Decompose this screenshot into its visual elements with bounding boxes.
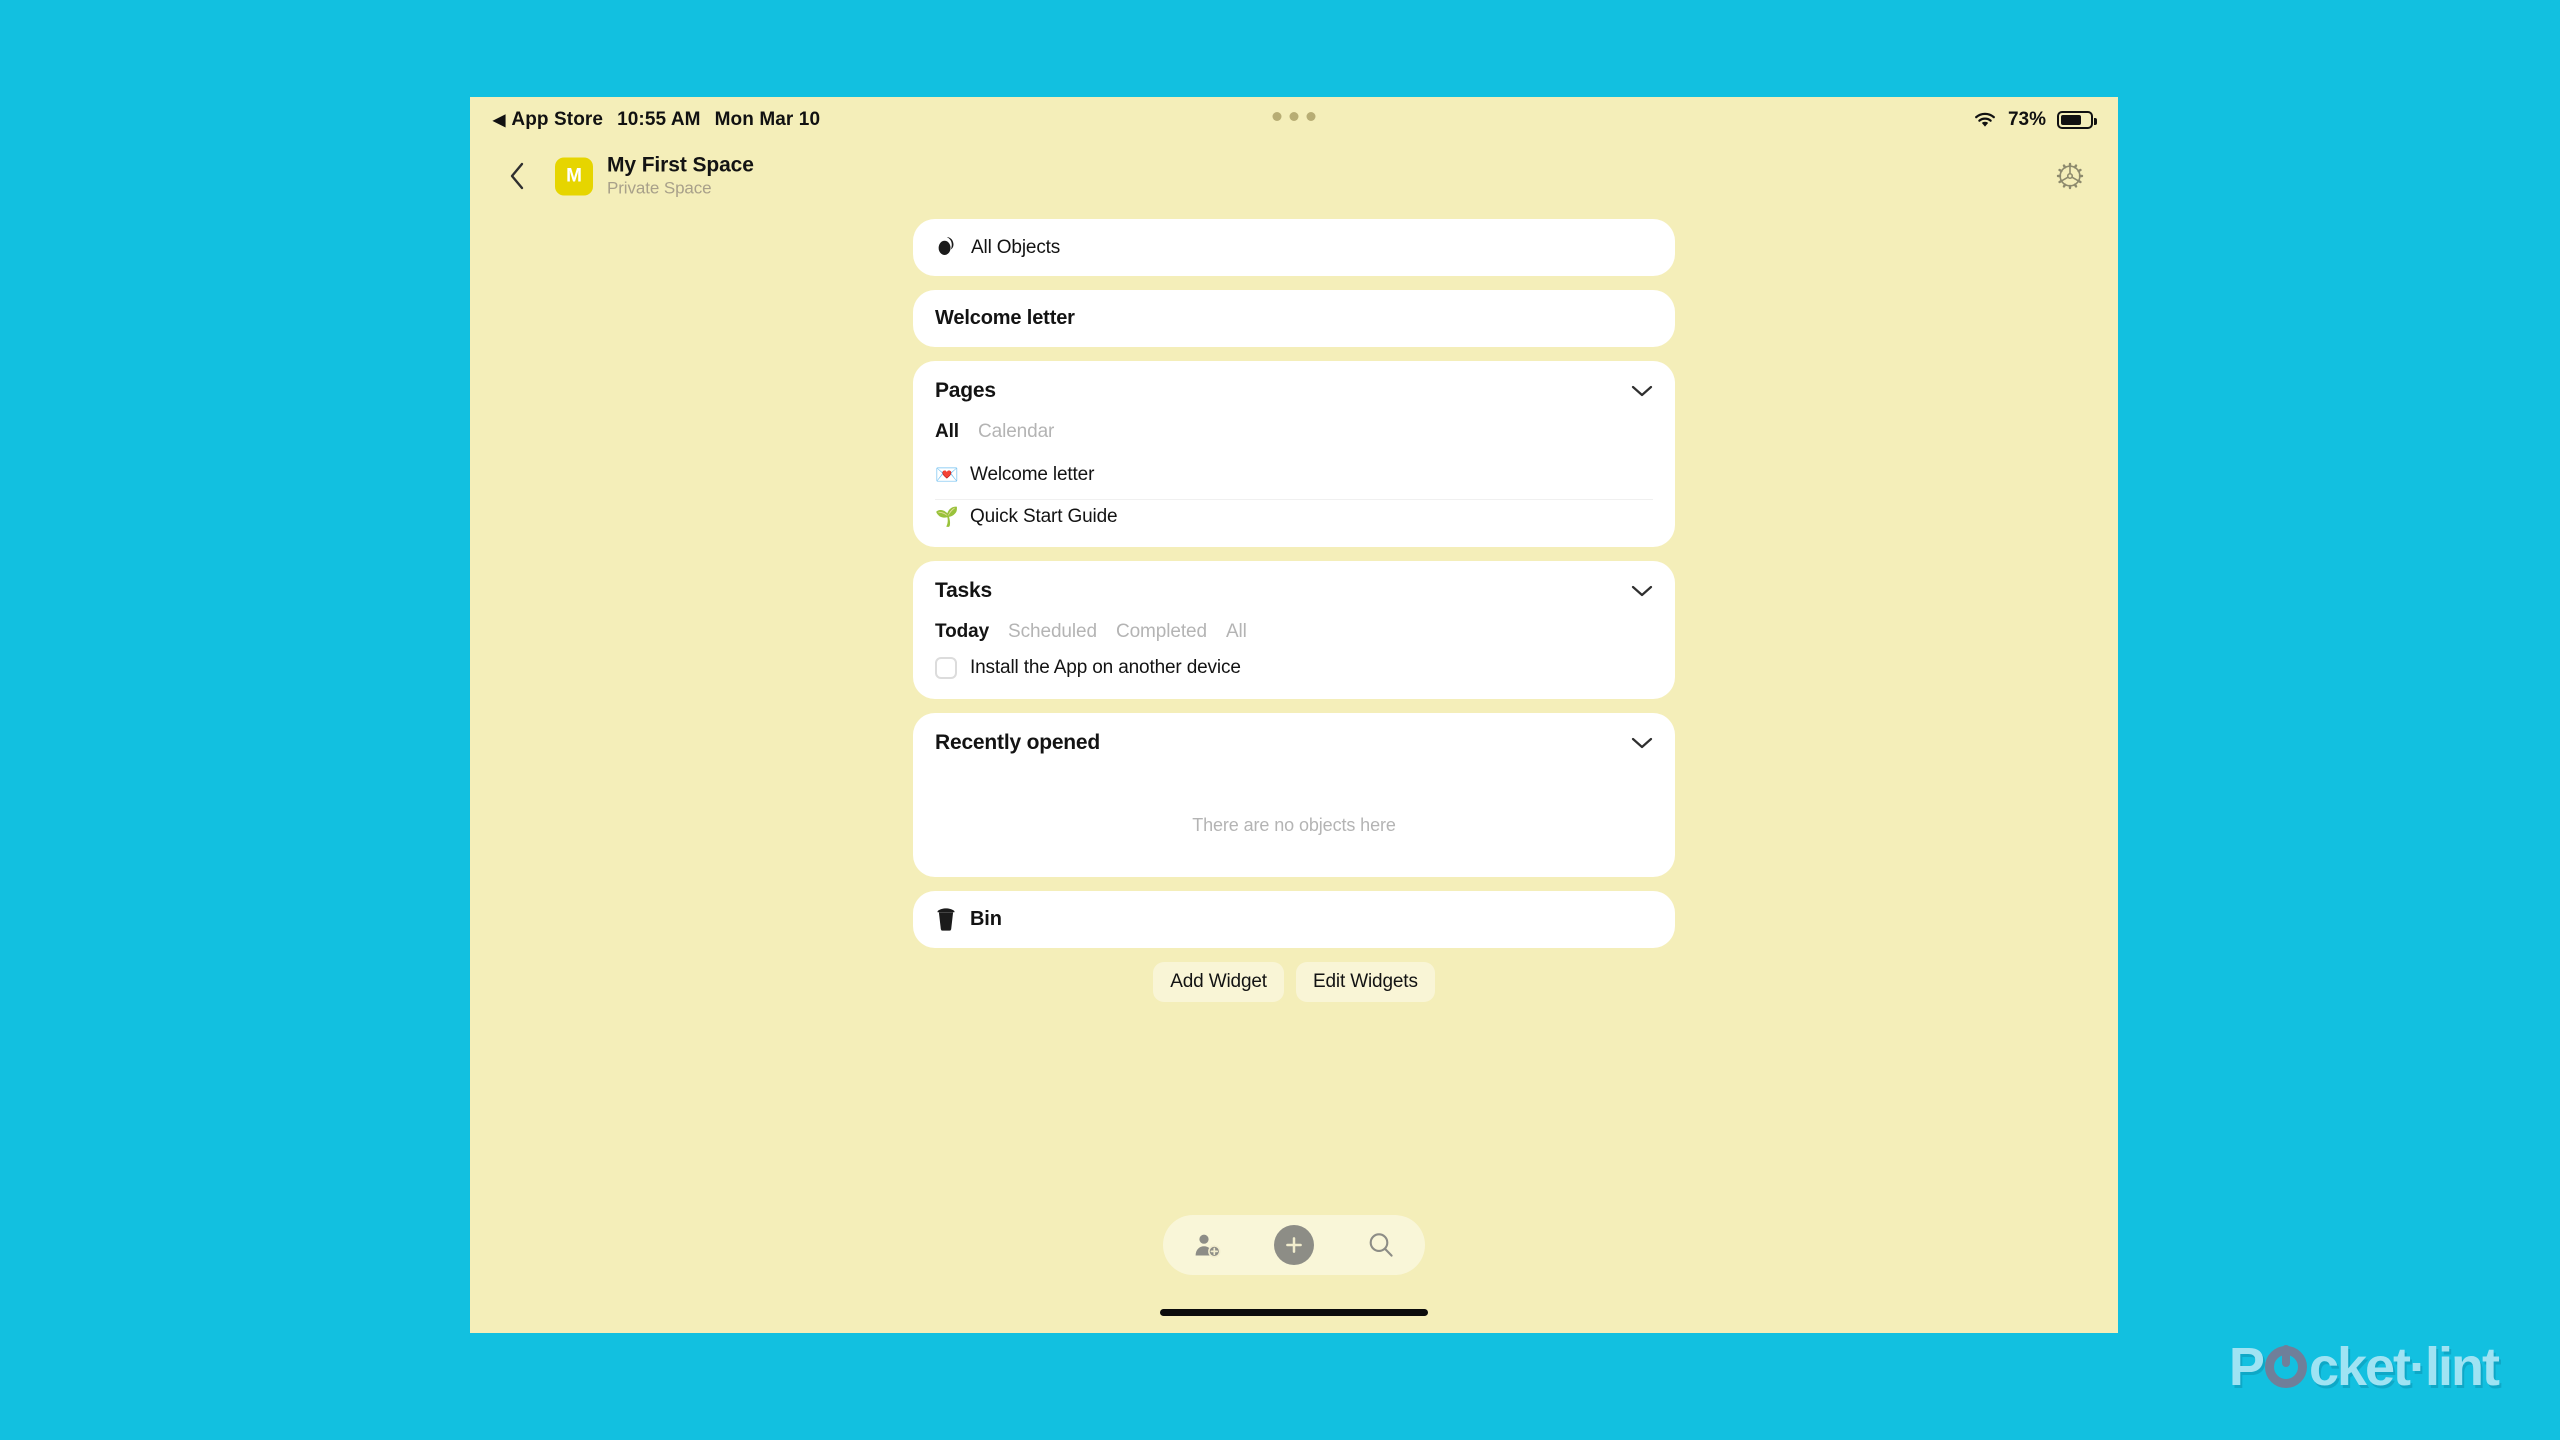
love-letter-emoji: 💌 — [935, 465, 959, 486]
widget-list: All Objects Welcome letter Pages All Cal… — [913, 219, 1675, 1002]
gear-icon — [2056, 162, 2084, 190]
widget-pages: Pages All Calendar 💌 Welcome letter 🌱 Qu… — [913, 361, 1675, 547]
anytype-logo-icon — [935, 234, 958, 262]
task-row[interactable]: Install the App on another device — [935, 651, 1653, 699]
list-item-label: Welcome letter — [970, 464, 1095, 485]
wifi-icon — [1973, 111, 1997, 129]
add-widget-button[interactable]: Add Widget — [1153, 962, 1284, 1002]
widget-label: Bin — [970, 908, 1002, 930]
back-button[interactable] — [500, 159, 534, 193]
tab-pages-all[interactable]: All — [935, 421, 959, 443]
space-avatar[interactable]: M — [555, 157, 593, 195]
widget-all-objects[interactable]: All Objects — [913, 219, 1675, 276]
widget-recently-opened: Recently opened There are no objects her… — [913, 713, 1675, 877]
space-settings-button[interactable] — [2052, 158, 2088, 194]
status-bar-left[interactable]: ◀ App Store 10:55 AM Mon Mar 10 — [493, 97, 820, 143]
pocket-lint-watermark: P cket·lint — [2228, 1336, 2500, 1398]
app-header: M My First Space Private Space — [470, 143, 2118, 209]
widget-label: Welcome letter — [935, 307, 1075, 329]
list-item-label: Quick Start Guide — [970, 505, 1118, 527]
space-header[interactable]: M My First Space Private Space — [555, 154, 754, 199]
trash-bin-icon — [935, 908, 957, 931]
status-bar: ◀ App Store 10:55 AM Mon Mar 10 73% — [470, 97, 2118, 143]
create-object-button[interactable] — [1270, 1221, 1318, 1269]
page-title: My First Space — [607, 153, 754, 177]
chevron-left-icon — [510, 162, 524, 190]
add-member-button[interactable] — [1183, 1221, 1231, 1269]
widget-bin[interactable]: Bin — [913, 891, 1675, 948]
task-checkbox[interactable] — [935, 657, 957, 679]
back-to-app-arrow-icon[interactable]: ◀ — [493, 110, 505, 130]
watermark-text-before: P — [2228, 1337, 2265, 1397]
space-subtitle: Private Space — [607, 178, 712, 198]
tasks-tabs: Today Scheduled Completed All — [935, 621, 1653, 651]
chevron-down-icon[interactable] — [1631, 736, 1653, 750]
plus-icon — [1273, 1225, 1314, 1265]
add-member-icon — [1195, 1234, 1221, 1258]
screenshot-canvas: ◀ App Store 10:55 AM Mon Mar 10 73% M My… — [0, 0, 2560, 1440]
multitask-dot — [1272, 112, 1282, 121]
status-time: 10:55 AM — [617, 109, 701, 130]
empty-state-text: There are no objects here — [1192, 814, 1396, 835]
status-date: Mon Mar 10 — [714, 109, 821, 130]
chevron-down-icon[interactable] — [1631, 384, 1653, 398]
chevron-down-icon[interactable] — [1631, 584, 1653, 598]
space-title-group: My First Space Private Space — [607, 154, 754, 199]
task-label: Install the App on another device — [970, 657, 1241, 678]
power-symbol-icon — [2264, 1346, 2307, 1388]
widget-title[interactable]: Pages — [935, 379, 996, 403]
multitasking-handle[interactable] — [1272, 112, 1316, 121]
widget-title[interactable]: Tasks — [935, 579, 992, 603]
battery-percent-label: 73% — [2007, 109, 2046, 130]
search-icon — [1369, 1233, 1393, 1257]
tab-tasks-scheduled[interactable]: Scheduled — [1008, 621, 1097, 643]
widget-title[interactable]: Recently opened — [935, 731, 1100, 755]
pages-tabs: All Calendar — [935, 421, 1653, 451]
status-bar-right: 73% — [1973, 97, 2097, 143]
widget-actions: Add Widget Edit Widgets — [913, 962, 1675, 1002]
widget-tasks: Tasks Today Scheduled Completed All Inst — [913, 561, 1675, 699]
tab-tasks-today[interactable]: Today — [935, 621, 989, 643]
tab-pages-calendar[interactable]: Calendar — [978, 421, 1054, 443]
multitask-dot — [1289, 112, 1299, 121]
widget-welcome-letter[interactable]: Welcome letter — [913, 290, 1675, 347]
tab-tasks-completed[interactable]: Completed — [1116, 621, 1207, 643]
bottom-toolbar — [1163, 1215, 1425, 1275]
search-button[interactable] — [1357, 1221, 1405, 1269]
battery-icon — [2057, 111, 2097, 129]
back-to-app-label[interactable]: App Store — [511, 109, 603, 131]
multitask-dot — [1306, 112, 1316, 121]
tab-tasks-all[interactable]: All — [1226, 621, 1247, 643]
list-item[interactable]: 💌 Welcome letter — [935, 451, 1653, 499]
widget-label: All Objects — [971, 236, 1061, 258]
ipad-screen: ◀ App Store 10:55 AM Mon Mar 10 73% M My… — [470, 97, 2118, 1333]
list-item[interactable]: 🌱 Quick Start Guide — [935, 499, 1653, 547]
watermark-text-after: cket·lint — [2308, 1337, 2500, 1397]
seedling-emoji: 🌱 — [935, 506, 959, 528]
home-indicator — [1160, 1309, 1428, 1316]
edit-widgets-button[interactable]: Edit Widgets — [1295, 962, 1435, 1002]
